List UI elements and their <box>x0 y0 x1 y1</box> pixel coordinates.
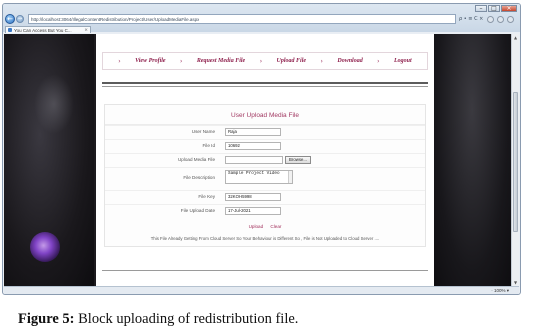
address-bar[interactable]: http://localhost:3064/IllegalContentRedi… <box>28 14 456 24</box>
file-key-label: File Key <box>198 194 215 199</box>
page-favicon-icon <box>8 28 12 32</box>
figure-caption-label: Figure 5: <box>18 311 75 327</box>
zoom-level[interactable]: · 100% ▾ <box>491 288 509 294</box>
menu-separator: › <box>377 57 380 65</box>
home-icon[interactable] <box>487 15 495 23</box>
file-description-textarea[interactable]: Sample Project Video <box>225 170 293 184</box>
form-row-upload-media-file: Upload Media File Browse... <box>105 153 425 165</box>
file-key-field[interactable]: 32KOH5998 <box>225 193 281 201</box>
form-row-file-id: File Id 10692 <box>105 139 425 151</box>
address-controls[interactable]: ρ • ≡ C × <box>459 16 483 22</box>
maximize-icon[interactable]: □ <box>488 5 500 12</box>
form-actions: Upload Clear <box>105 224 425 229</box>
upload-button[interactable]: Upload <box>249 224 264 229</box>
address-url: http://localhost:3064/IllegalContentRedi… <box>31 16 200 22</box>
settings-gear-icon[interactable] <box>507 15 515 23</box>
menu-request-media-file[interactable]: Request Media File <box>197 58 245 64</box>
content-panel: › View Profile › Request Media File › Up… <box>96 34 434 286</box>
minimize-icon[interactable]: – <box>475 5 487 12</box>
menu-download[interactable]: Download <box>337 58 362 64</box>
form-row-file-description: File Description Sample Project Video <box>105 167 425 188</box>
menu-upload-file[interactable]: Upload File <box>277 58 307 64</box>
tab-title: You Can Access But You C... <box>14 27 72 33</box>
tab-strip: You Can Access But You C... × <box>5 26 91 33</box>
background-right <box>433 34 511 286</box>
form-row-file-upload-date: File Upload Date 17-Jul-2021 <box>105 204 425 216</box>
browser-tools <box>487 15 515 23</box>
upload-media-file-input[interactable] <box>225 156 283 164</box>
menu-logout[interactable]: Logout <box>394 58 412 64</box>
browser-window: – □ × ← → http://localhost:3064/IllegalC… <box>2 3 521 295</box>
footer-divider <box>102 270 428 271</box>
page-scrollbar[interactable]: ▲ ▼ <box>511 34 519 286</box>
file-description-value: Sample Project Video <box>228 171 280 176</box>
status-message: This File Already Getting From Cloud Ser… <box>150 236 380 241</box>
header-divider <box>102 82 428 84</box>
file-id-field[interactable]: 10692 <box>225 142 281 150</box>
background-highlight <box>34 74 74 134</box>
figure-caption: Figure 5: Block uploading of redistribut… <box>18 311 298 328</box>
textarea-scrollbar[interactable] <box>288 171 292 183</box>
form-title: User Upload Media File <box>231 112 299 119</box>
page-viewport: › View Profile › Request Media File › Up… <box>4 34 511 286</box>
forward-icon[interactable]: → <box>16 15 24 23</box>
header-divider-thin <box>102 86 428 87</box>
background-orb <box>30 232 60 262</box>
tab-close-icon[interactable]: × <box>84 28 88 33</box>
menu-view-profile[interactable]: View Profile <box>135 58 166 64</box>
window-controls: – □ × <box>475 5 517 12</box>
status-bar: · 100% ▾ <box>4 286 519 294</box>
scroll-up-icon[interactable]: ▲ <box>512 34 519 41</box>
menu-separator: › <box>118 57 121 65</box>
file-upload-date-field[interactable]: 17-Jul-2021 <box>225 207 281 215</box>
user-name-field[interactable]: Raja <box>225 128 281 136</box>
browser-toolbar: – □ × ← → http://localhost:3064/IllegalC… <box>3 4 520 33</box>
file-description-label: File Description <box>183 175 215 180</box>
user-name-label: User Name <box>191 129 215 134</box>
browse-button[interactable]: Browse... <box>285 156 311 164</box>
scroll-down-icon[interactable]: ▼ <box>512 279 519 286</box>
file-id-label: File Id <box>202 143 215 148</box>
form-row-file-key: File Key 32KOH5998 <box>105 190 425 202</box>
upload-media-file-label: Upload Media File <box>177 157 215 162</box>
scrollbar-thumb[interactable] <box>513 92 518 232</box>
navigation-row: ← → http://localhost:3064/IllegalContent… <box>5 13 518 25</box>
menu-separator: › <box>259 57 263 65</box>
form-row-user-name: User Name Raja <box>105 125 425 137</box>
menu-separator: › <box>320 57 323 65</box>
upload-form: User Upload Media File User Name Raja Fi… <box>104 104 426 247</box>
back-icon[interactable]: ← <box>5 14 15 24</box>
menu-separator: › <box>180 57 183 65</box>
file-upload-date-label: File Upload Date <box>180 208 215 213</box>
close-window-icon[interactable]: × <box>501 5 517 12</box>
tab-active[interactable]: You Can Access But You C... × <box>5 26 91 33</box>
figure-caption-text: Block uploading of redistribution file. <box>74 311 299 327</box>
clear-button[interactable]: Clear <box>270 224 281 229</box>
favorites-star-icon[interactable] <box>497 15 505 23</box>
main-menu: › View Profile › Request Media File › Up… <box>102 52 428 70</box>
